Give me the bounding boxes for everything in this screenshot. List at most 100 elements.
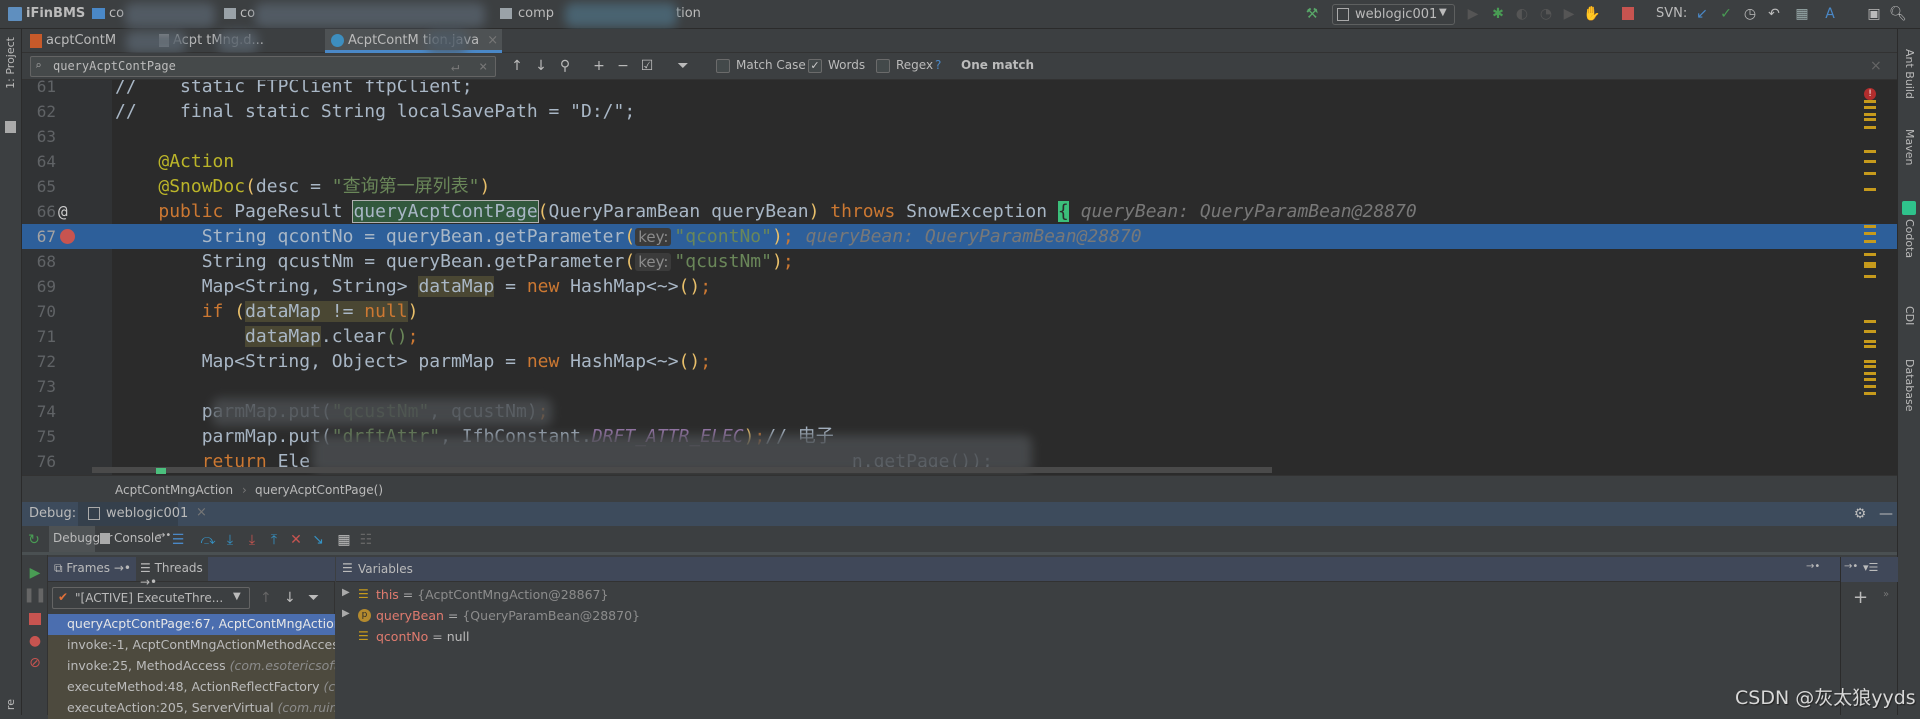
maven-tool-button[interactable]: Maven [1903, 129, 1916, 165]
pause-icon[interactable]: ❚❚ [23, 587, 46, 603]
filter-icon[interactable]: ⏷ [676, 58, 690, 74]
close-icon[interactable]: × [196, 505, 207, 520]
project-tool-button[interactable]: 1: Project [4, 37, 17, 89]
words-checkbox[interactable]: ✓ [808, 59, 822, 73]
find-all-icon[interactable]: ⚲ [558, 58, 572, 74]
code-editor[interactable]: 61 // static FTPClient ftpClient; 62 // fin… [22, 80, 1897, 475]
run-icon[interactable]: ▶ [1466, 6, 1480, 22]
rerun-icon[interactable]: ↻ [26, 532, 42, 548]
step-over-icon[interactable]: ⤼ [200, 532, 216, 548]
bottom-tool-button[interactable]: re [4, 699, 17, 710]
revert-icon[interactable]: ↶ [1766, 6, 1782, 22]
clear-icon[interactable]: × [479, 59, 487, 75]
variable-row[interactable]: ☰ qcontNo = null [336, 628, 936, 649]
code-line[interactable]: 69 Map<String, String> dataMap = new Has… [22, 274, 1897, 299]
code-line[interactable]: 70 if (dataMap != null) [22, 299, 1897, 324]
resume-program-icon[interactable]: ▶ [27, 565, 43, 581]
line-number[interactable]: 64 [22, 149, 56, 174]
debug-bug-icon[interactable]: ✱ [1490, 6, 1506, 22]
crumb-project[interactable]: iFinBMS [26, 6, 85, 21]
variable-row[interactable]: ▶ p queryBean = {QueryParamBean@28870} [336, 607, 936, 628]
line-number[interactable]: 72 [22, 349, 56, 374]
coverage-icon[interactable]: ◐ [1514, 6, 1530, 22]
stripe-mark[interactable] [1864, 240, 1876, 243]
code-line[interactable]: 61 // static FTPClient ftpClient; [22, 80, 1897, 99]
stripe-mark[interactable] [1864, 126, 1876, 129]
pin-icon[interactable]: →• [1844, 561, 1858, 572]
gear-icon[interactable]: ⚙ [1852, 506, 1868, 522]
stripe-mark[interactable] [1864, 340, 1876, 343]
stop-icon[interactable] [1622, 7, 1634, 20]
history-icon[interactable]: ◷ [1742, 6, 1758, 22]
code-line[interactable]: 63 [22, 124, 1897, 149]
svn-commit-icon[interactable]: ✓ [1718, 6, 1734, 22]
line-number[interactable]: 69 [22, 274, 56, 299]
stripe-mark[interactable] [1864, 345, 1876, 348]
line-number[interactable]: 76 [22, 449, 56, 474]
regex-checkbox[interactable] [876, 59, 890, 73]
stripe-mark[interactable] [1864, 118, 1876, 121]
debug-session-tab[interactable]: weblogic001 × [78, 502, 207, 526]
tab-frames[interactable]: ⧉ Frames →• [54, 561, 131, 576]
stripe-mark[interactable] [1864, 365, 1876, 368]
stripe-mark[interactable] [1864, 253, 1876, 256]
line-number[interactable]: 75 [22, 424, 56, 449]
build-hammer-icon[interactable]: ⚒ [1304, 6, 1320, 22]
stripe-mark[interactable] [1864, 275, 1876, 278]
next-occurrence-icon[interactable]: ↓ [534, 58, 548, 74]
attach-icon[interactable]: ✋ [1583, 6, 1600, 22]
line-number[interactable]: 73 [22, 374, 56, 399]
match-case-checkbox[interactable] [716, 59, 730, 73]
remove-occurrence-icon[interactable]: − [616, 58, 630, 74]
more-icon[interactable]: » [1883, 589, 1889, 600]
line-number[interactable]: 68 [22, 249, 56, 274]
thread-dropdown[interactable]: ✔ "[ACTIVE] ExecuteThre... ▼ [52, 587, 250, 609]
expand-arrow-icon[interactable]: ▶ [342, 608, 350, 619]
filter-frames-icon[interactable]: ⏷ [308, 590, 319, 606]
run-to-cursor-icon[interactable]: ↘ [310, 532, 326, 548]
stripe-mark[interactable] [1864, 150, 1876, 153]
code-line[interactable]: 67 String qcontNo = queryBean.getParamet… [22, 224, 1897, 249]
crumb-folder-1[interactable]: co [109, 6, 124, 21]
implementing-method-icon[interactable]: @ [58, 199, 68, 224]
code-line[interactable]: 73 [22, 374, 1897, 399]
previous-occurrence-icon[interactable]: ↑ [510, 58, 524, 74]
frame-item[interactable]: invoke:-1, AcptContMngActionMethodAccess… [48, 635, 335, 656]
line-number[interactable]: 74 [22, 399, 56, 424]
next-frame-icon[interactable]: ↓ [284, 590, 296, 606]
project-structure-icon[interactable]: ▦ [1794, 6, 1810, 22]
stripe-mark[interactable] [1864, 378, 1876, 381]
stripe-mark[interactable] [1864, 232, 1876, 235]
stop-icon[interactable] [29, 613, 41, 625]
stripe-mark[interactable] [1864, 113, 1876, 116]
terminal-window-icon[interactable]: ▣ [1866, 6, 1882, 22]
stripe-mark[interactable] [1864, 265, 1876, 268]
line-number[interactable]: 71 [22, 324, 56, 349]
stripe-mark[interactable] [1864, 385, 1876, 388]
select-all-occurrences-icon[interactable]: ☑ [640, 58, 654, 74]
stripe-mark[interactable] [1864, 188, 1876, 191]
line-number[interactable]: 65 [22, 174, 56, 199]
breakpoint-icon[interactable] [60, 229, 75, 244]
frame-item[interactable]: queryAcptContPage:67, AcptContMngAction … [48, 614, 335, 635]
code-line[interactable]: 64 @Action [22, 149, 1897, 174]
crumb-file[interactable]: tion [676, 6, 701, 21]
step-into-icon[interactable]: ⤓ [222, 532, 238, 548]
crumb-folder-3[interactable]: comp [518, 6, 554, 21]
add-occurrence-icon[interactable]: + [592, 58, 606, 74]
code-line[interactable]: 71 dataMap.clear(); [22, 324, 1897, 349]
drop-frame-icon[interactable]: ✕ [288, 532, 304, 548]
frame-item[interactable]: executeMethod:48, ActionReflectFactory (… [48, 677, 335, 698]
add-watch-icon[interactable]: + [1853, 587, 1868, 608]
minimize-icon[interactable]: — [1878, 506, 1894, 522]
stripe-mark[interactable] [1864, 330, 1876, 333]
codota-tool-button[interactable]: Codota [1903, 219, 1916, 258]
line-number[interactable]: 66 [22, 199, 56, 224]
database-tool-button[interactable]: Database [1903, 359, 1916, 412]
breadcrumb-method[interactable]: queryAcptContPage() [255, 483, 383, 497]
regex-help-link[interactable]: ? [935, 58, 941, 72]
stripe-mark[interactable] [1864, 106, 1876, 109]
frame-item[interactable]: invoke:25, MethodAccess (com.esotericsof… [48, 656, 335, 677]
stripe-mark[interactable] [1864, 100, 1876, 103]
mute-breakpoints-icon[interactable]: ⊘ [27, 655, 43, 671]
